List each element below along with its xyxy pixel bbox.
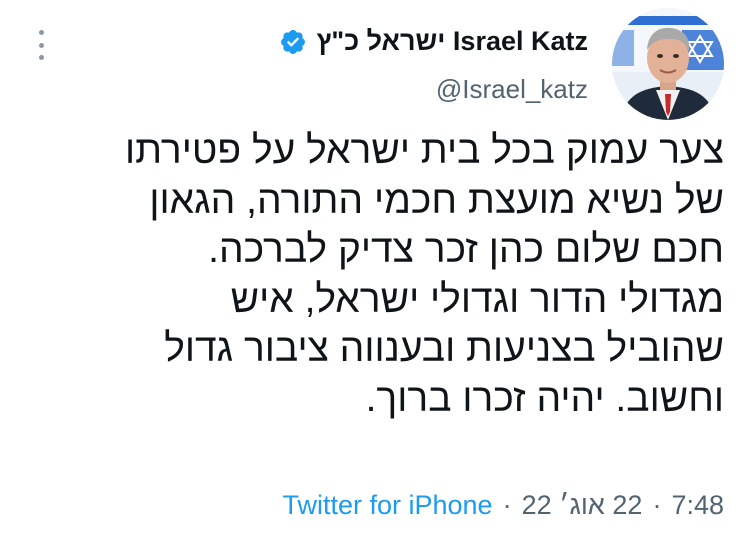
meta-separator: · bbox=[652, 490, 662, 520]
more-dot-icon bbox=[38, 30, 44, 35]
meta-separator: · bbox=[502, 490, 512, 520]
tweet-text-line: חכם שלום כהן זכר צדיק לברכה. bbox=[208, 228, 724, 271]
tweet-meta: Twitter for iPhone · 22 אוג׳ 22 · 7:48 bbox=[282, 490, 724, 521]
more-options-button[interactable] bbox=[32, 30, 50, 60]
tweet-text-line: מגדולי הדור וגדולי ישראל, איש bbox=[230, 277, 724, 321]
tweet-text-line: צער עמוק בכל בית ישראל על פטירתו bbox=[124, 129, 724, 172]
tweet-source-link[interactable]: Twitter for iPhone bbox=[282, 490, 492, 521]
avatar-portrait-image bbox=[612, 8, 724, 120]
tweet-text-line: שהוביל בצניעות ובענווה ציבור גדול bbox=[164, 327, 724, 370]
verified-badge-icon bbox=[280, 29, 305, 54]
tweet-text-line: וחשוב. יהיה זכרו ברוך. bbox=[365, 376, 724, 420]
tweet-text-line: של נשיא מועצת חכמי התורה, הגאון bbox=[149, 178, 724, 222]
tweet-time[interactable]: 7:48 bbox=[671, 490, 724, 521]
avatar[interactable] bbox=[612, 8, 724, 120]
tweet-date[interactable]: 22 אוג׳ 22 bbox=[522, 490, 643, 521]
author-display-name[interactable]: ישראל כ"ץ Israel Katz bbox=[317, 26, 588, 57]
tweet-text: צער עמוק בכל בית ישראל על פטירתו של נשיא… bbox=[24, 126, 724, 423]
author-name-row: ישראל כ"ץ Israel Katz bbox=[279, 26, 588, 57]
more-dot-icon bbox=[38, 42, 44, 48]
more-dot-icon bbox=[38, 55, 44, 60]
author-handle[interactable]: @Israel_katz bbox=[436, 74, 588, 105]
